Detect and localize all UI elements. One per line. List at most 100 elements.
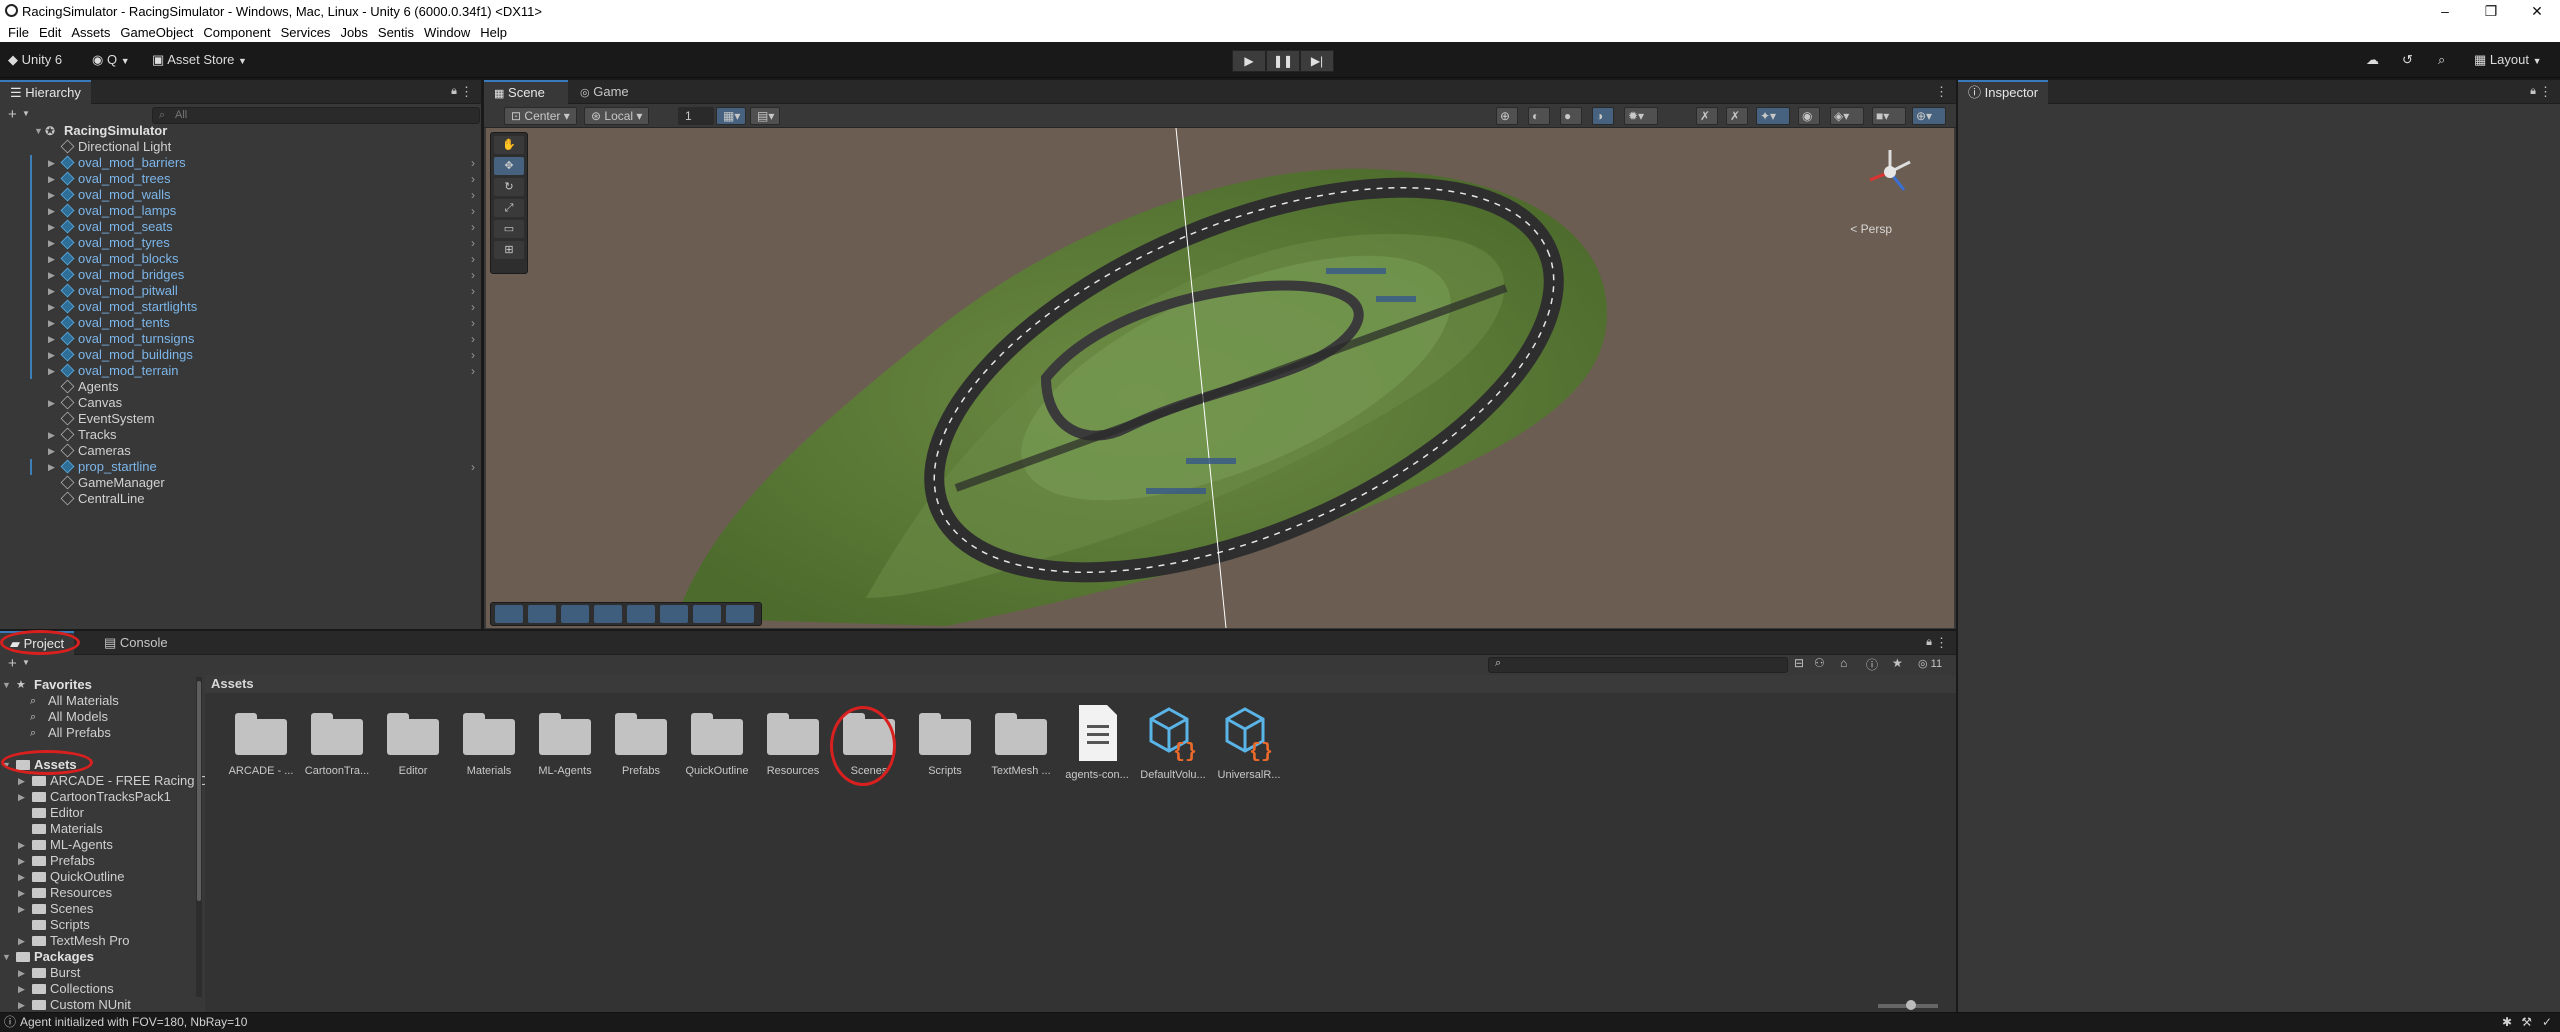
- menu-window[interactable]: Window: [424, 25, 470, 40]
- expand-arrow-icon[interactable]: ▶: [48, 427, 55, 443]
- transform-tool-icon[interactable]: ⊞: [494, 241, 524, 259]
- persp-label[interactable]: < Persp: [1850, 222, 1892, 236]
- grid-snap-button[interactable]: ▦▾: [716, 107, 746, 125]
- shading-wireframe-icon[interactable]: ◐: [1528, 107, 1550, 125]
- asset-folder-item[interactable]: ▶ Scenes: [0, 901, 196, 917]
- hierarchy-search-input[interactable]: ⌕ All: [152, 107, 480, 124]
- open-prefab-chevron-icon[interactable]: ›: [471, 283, 475, 299]
- expand-arrow-icon[interactable]: ▶: [48, 395, 55, 411]
- expand-arrow-icon[interactable]: ▶: [48, 283, 55, 299]
- lighting-dropdown[interactable]: ✹▾: [1624, 107, 1658, 125]
- open-prefab-chevron-icon[interactable]: ›: [471, 187, 475, 203]
- asset-folder-item[interactable]: ▶ ML-Agents: [0, 837, 196, 853]
- hierarchy-item[interactable]: ▶ Tracks: [0, 427, 481, 443]
- expand-arrow-icon[interactable]: ▶: [48, 443, 55, 459]
- asset-item[interactable]: ARCADE - ...: [223, 705, 299, 777]
- lock-icon[interactable]: 🔒︎: [1926, 636, 1932, 649]
- tab-inspector[interactable]: ⓘ Inspector: [1958, 80, 2049, 104]
- asset-folder-item[interactable]: ▶ Resources: [0, 885, 196, 901]
- asset-folder-item[interactable]: ▶ CartoonTracksPack1: [0, 789, 196, 805]
- overlay-tool-6-icon[interactable]: [660, 605, 688, 623]
- hierarchy-item[interactable]: Agents: [0, 379, 481, 395]
- packages-folder[interactable]: ▼ Packages: [0, 949, 196, 965]
- asset-item[interactable]: Editor: [375, 705, 451, 777]
- overlay-tool-3-icon[interactable]: [561, 605, 589, 623]
- expand-arrow-icon[interactable]: ▶: [48, 267, 55, 283]
- asset-item[interactable]: ML-Agents: [527, 705, 603, 777]
- hierarchy-item[interactable]: ▶ oval_mod_tents ›: [0, 315, 481, 331]
- expand-arrow-icon[interactable]: ▶: [18, 869, 25, 885]
- menu-gameobject[interactable]: GameObject: [120, 25, 193, 40]
- hierarchy-item[interactable]: ▶ Canvas: [0, 395, 481, 411]
- expand-arrow-icon[interactable]: ▶: [48, 315, 55, 331]
- search-by-type-icon[interactable]: ⊟: [1794, 656, 1804, 670]
- check-icon[interactable]: ✓: [2542, 1013, 2552, 1032]
- overlay-tool-1-icon[interactable]: [495, 605, 523, 623]
- asset-folder-item[interactable]: ▶ QuickOutline: [0, 869, 196, 885]
- increment-snap-button[interactable]: ▤▾: [750, 107, 780, 125]
- more-icon[interactable]: ⋮: [1935, 635, 1948, 651]
- asset-folder-item[interactable]: Materials: [0, 821, 196, 837]
- account-button[interactable]: ◉ Q ▼: [92, 49, 130, 71]
- expand-arrow-icon[interactable]: ▶: [48, 187, 55, 203]
- audio-toggle-icon[interactable]: ✗: [1696, 107, 1718, 125]
- menu-edit[interactable]: Edit: [39, 25, 61, 40]
- menu-component[interactable]: Component: [203, 25, 270, 40]
- lock-icon[interactable]: 🔒︎: [2530, 85, 2536, 98]
- unity-account-button[interactable]: ◆ Unity 6: [8, 49, 62, 71]
- effects-toggle-icon[interactable]: ✗: [1726, 107, 1748, 125]
- pause-button[interactable]: ❚❚: [1266, 50, 1300, 72]
- expand-arrow-icon[interactable]: ▶: [48, 219, 55, 235]
- asset-item[interactable]: TextMesh ...: [983, 705, 1059, 777]
- asset-folder-item[interactable]: ▶ ARCADE - FREE Racing C: [0, 773, 207, 789]
- rect-tool-icon[interactable]: ▭: [494, 220, 524, 238]
- hierarchy-item[interactable]: CentralLine: [0, 491, 481, 507]
- hierarchy-item[interactable]: ▶ prop_startline ›: [0, 459, 481, 475]
- asset-item[interactable]: CartoonTra...: [299, 705, 375, 777]
- slider-thumb[interactable]: [1906, 1000, 1916, 1010]
- package-item[interactable]: ▶ Custom NUnit: [0, 997, 196, 1013]
- hierarchy-item[interactable]: ▶ oval_mod_turnsigns ›: [0, 331, 481, 347]
- expand-arrow-icon[interactable]: ▼: [34, 123, 43, 139]
- hierarchy-item[interactable]: ▶ oval_mod_trees ›: [0, 171, 481, 187]
- expand-arrow-icon[interactable]: ▶: [18, 901, 25, 917]
- fx-dropdown[interactable]: ✦▾: [1756, 107, 1790, 125]
- overlay-tool-4-icon[interactable]: [594, 605, 622, 623]
- expand-arrow-icon[interactable]: ▶: [18, 773, 25, 789]
- expand-arrow-icon[interactable]: ▶: [48, 171, 55, 187]
- bug-icon[interactable]: ✱: [2502, 1013, 2512, 1032]
- hidden-packages-toggle[interactable]: ◎ 11: [1918, 657, 1942, 670]
- more-icon[interactable]: ⋮: [2539, 84, 2552, 100]
- asset-item[interactable]: {} DefaultVolu...: [1135, 705, 1211, 781]
- hierarchy-item[interactable]: ▶ oval_mod_seats ›: [0, 219, 481, 235]
- hierarchy-item[interactable]: Directional Light: [0, 139, 481, 155]
- menu-help[interactable]: Help: [480, 25, 507, 40]
- asset-folder-item[interactable]: Scripts: [0, 917, 196, 933]
- expand-arrow-icon[interactable]: ▶: [48, 459, 55, 475]
- move-tool-icon[interactable]: ✥: [494, 157, 524, 175]
- tab-hierarchy[interactable]: ☰ Hierarchy: [0, 80, 91, 104]
- orientation-gizmo[interactable]: [1860, 144, 1920, 200]
- scale-tool-icon[interactable]: ⤢: [494, 199, 524, 217]
- asset-item[interactable]: {} UniversalR...: [1211, 705, 1287, 781]
- asset-item[interactable]: agents-con...: [1059, 705, 1135, 781]
- hierarchy-item[interactable]: ▶ oval_mod_pitwall ›: [0, 283, 481, 299]
- expand-arrow-icon[interactable]: ▶: [48, 299, 55, 315]
- expand-arrow-icon[interactable]: ▶: [18, 981, 25, 997]
- open-prefab-chevron-icon[interactable]: ›: [471, 459, 475, 475]
- space-dropdown[interactable]: ⊛ Local ▾: [584, 107, 650, 125]
- add-icon[interactable]: +: [8, 655, 17, 672]
- asset-item[interactable]: Scripts: [907, 705, 983, 777]
- tab-game[interactable]: ◎ Game: [570, 80, 639, 104]
- expand-arrow-icon[interactable]: ▶: [18, 997, 25, 1013]
- shading-shaded-icon[interactable]: ●: [1560, 107, 1582, 125]
- expand-arrow-icon[interactable]: ▼: [2, 949, 11, 965]
- asset-item[interactable]: Materials: [451, 705, 527, 777]
- chevron-down-icon[interactable]: ▼: [22, 109, 30, 118]
- hierarchy-item[interactable]: ▶ oval_mod_terrain ›: [0, 363, 481, 379]
- open-prefab-chevron-icon[interactable]: ›: [471, 347, 475, 363]
- open-prefab-chevron-icon[interactable]: ›: [471, 331, 475, 347]
- info-icon[interactable]: ⓘ: [1866, 656, 1878, 673]
- scene-viewport[interactable]: ✋ ✥ ↻ ⤢ ▭ ⊞ < Persp: [486, 128, 1954, 628]
- hierarchy-item[interactable]: ▶ oval_mod_walls ›: [0, 187, 481, 203]
